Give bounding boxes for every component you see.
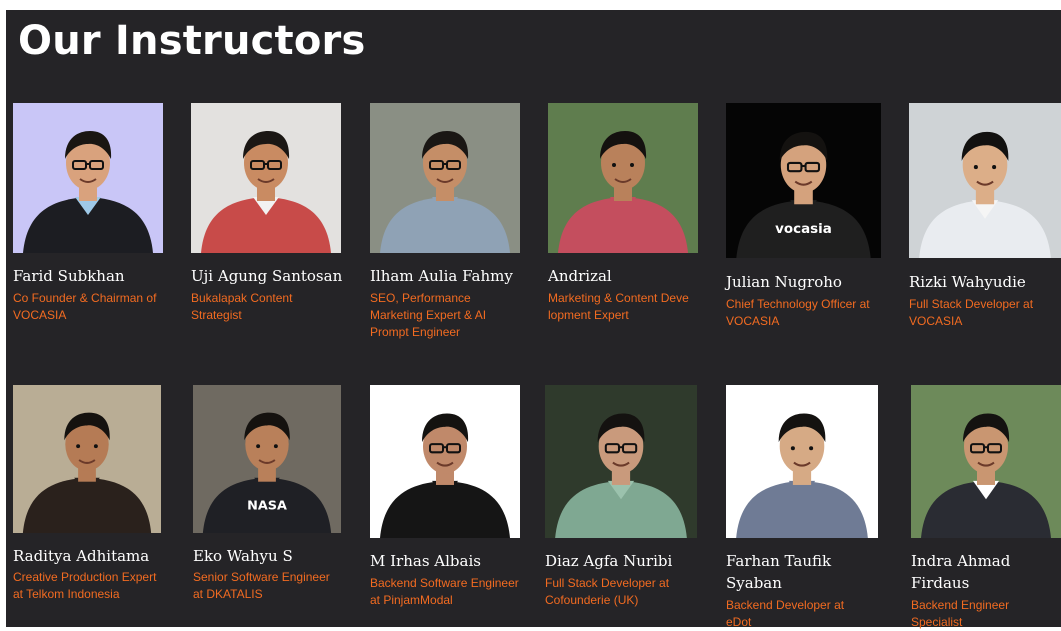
- instructor-name: Ilham Aulia Fahmy: [370, 267, 513, 285]
- instructor-name: Farhan Taufik Syaban: [726, 552, 832, 592]
- instructor-portrait: [370, 103, 520, 253]
- instructor-role: Backend Software Engineer at PinjamModal: [370, 576, 519, 607]
- instructor-photo[interactable]: [726, 385, 878, 538]
- instructor-name: Eko Wahyu S: [193, 547, 293, 565]
- instructor-portrait: vocasia: [726, 103, 881, 258]
- instructor-name: Rizki Wahyudie: [909, 273, 1026, 291]
- svg-text:vocasia: vocasia: [775, 222, 832, 237]
- instructor-portrait: [726, 385, 878, 538]
- instructor-photo[interactable]: [909, 103, 1061, 258]
- instructor-role: Backend Developer at eDot: [726, 598, 845, 629]
- instructor-role: Co Founder & Chairman of VOCASIA: [13, 291, 157, 322]
- section-title: Our Instructors: [18, 18, 366, 64]
- instructor-portrait: [13, 385, 161, 533]
- instructor-photo[interactable]: NASA: [193, 385, 341, 533]
- instructor-photo[interactable]: [13, 385, 161, 533]
- instructor-portrait: NASA: [193, 385, 341, 533]
- instructor-role: Marketing & Content Deve lopment Expert: [548, 291, 689, 322]
- instructor-name: Uji Agung Santosan: [191, 267, 343, 285]
- instructor-portrait: [191, 103, 341, 253]
- instructor-role: Senior Software Engineer at DKATALIS: [193, 570, 330, 601]
- instructor-photo[interactable]: [548, 103, 698, 253]
- instructor-name: Andrizal: [548, 267, 612, 285]
- instructor-portrait: [909, 103, 1061, 258]
- instructor-portrait: [911, 385, 1061, 538]
- instructor-photo[interactable]: [370, 385, 520, 538]
- instructor-name: Indra Ahmad Firdaus: [911, 552, 1011, 592]
- instructor-portrait: [13, 103, 163, 253]
- instructor-photo[interactable]: [13, 103, 163, 253]
- instructor-photo[interactable]: [191, 103, 341, 253]
- instructor-portrait: [545, 385, 697, 538]
- instructor-role: Full Stack Developer at VOCASIA: [909, 297, 1034, 328]
- instructor-role: Chief Technology Officer at VOCASIA: [726, 297, 870, 328]
- instructor-role: Bukalapak Content Strategist: [191, 291, 293, 322]
- instructor-name: Diaz Agfa Nuribi: [545, 552, 673, 570]
- instructor-portrait: [548, 103, 698, 253]
- instructor-photo[interactable]: vocasia: [726, 103, 881, 258]
- instructor-portrait: [370, 385, 520, 538]
- instructor-name: M Irhas Albais: [370, 552, 481, 570]
- instructor-name: Raditya Adhitama: [13, 547, 150, 565]
- instructor-photo[interactable]: [370, 103, 520, 253]
- instructor-name: Julian Nugroho: [726, 273, 842, 291]
- instructor-photo[interactable]: [545, 385, 697, 538]
- instructor-name: Farid Subkhan: [13, 267, 125, 285]
- instructor-role: Full Stack Developer at Cofounderie (UK): [545, 576, 670, 607]
- instructor-photo[interactable]: [911, 385, 1061, 538]
- instructor-role: SEO, Performance Marketing Expert & AI P…: [370, 291, 487, 339]
- instructor-role: Creative Production Expert at Telkom Ind…: [13, 570, 157, 601]
- instructors-section: Our Instructors: [6, 10, 1061, 627]
- instructor-role: Backend Engineer Specialist: [911, 598, 1010, 629]
- svg-text:NASA: NASA: [247, 498, 287, 513]
